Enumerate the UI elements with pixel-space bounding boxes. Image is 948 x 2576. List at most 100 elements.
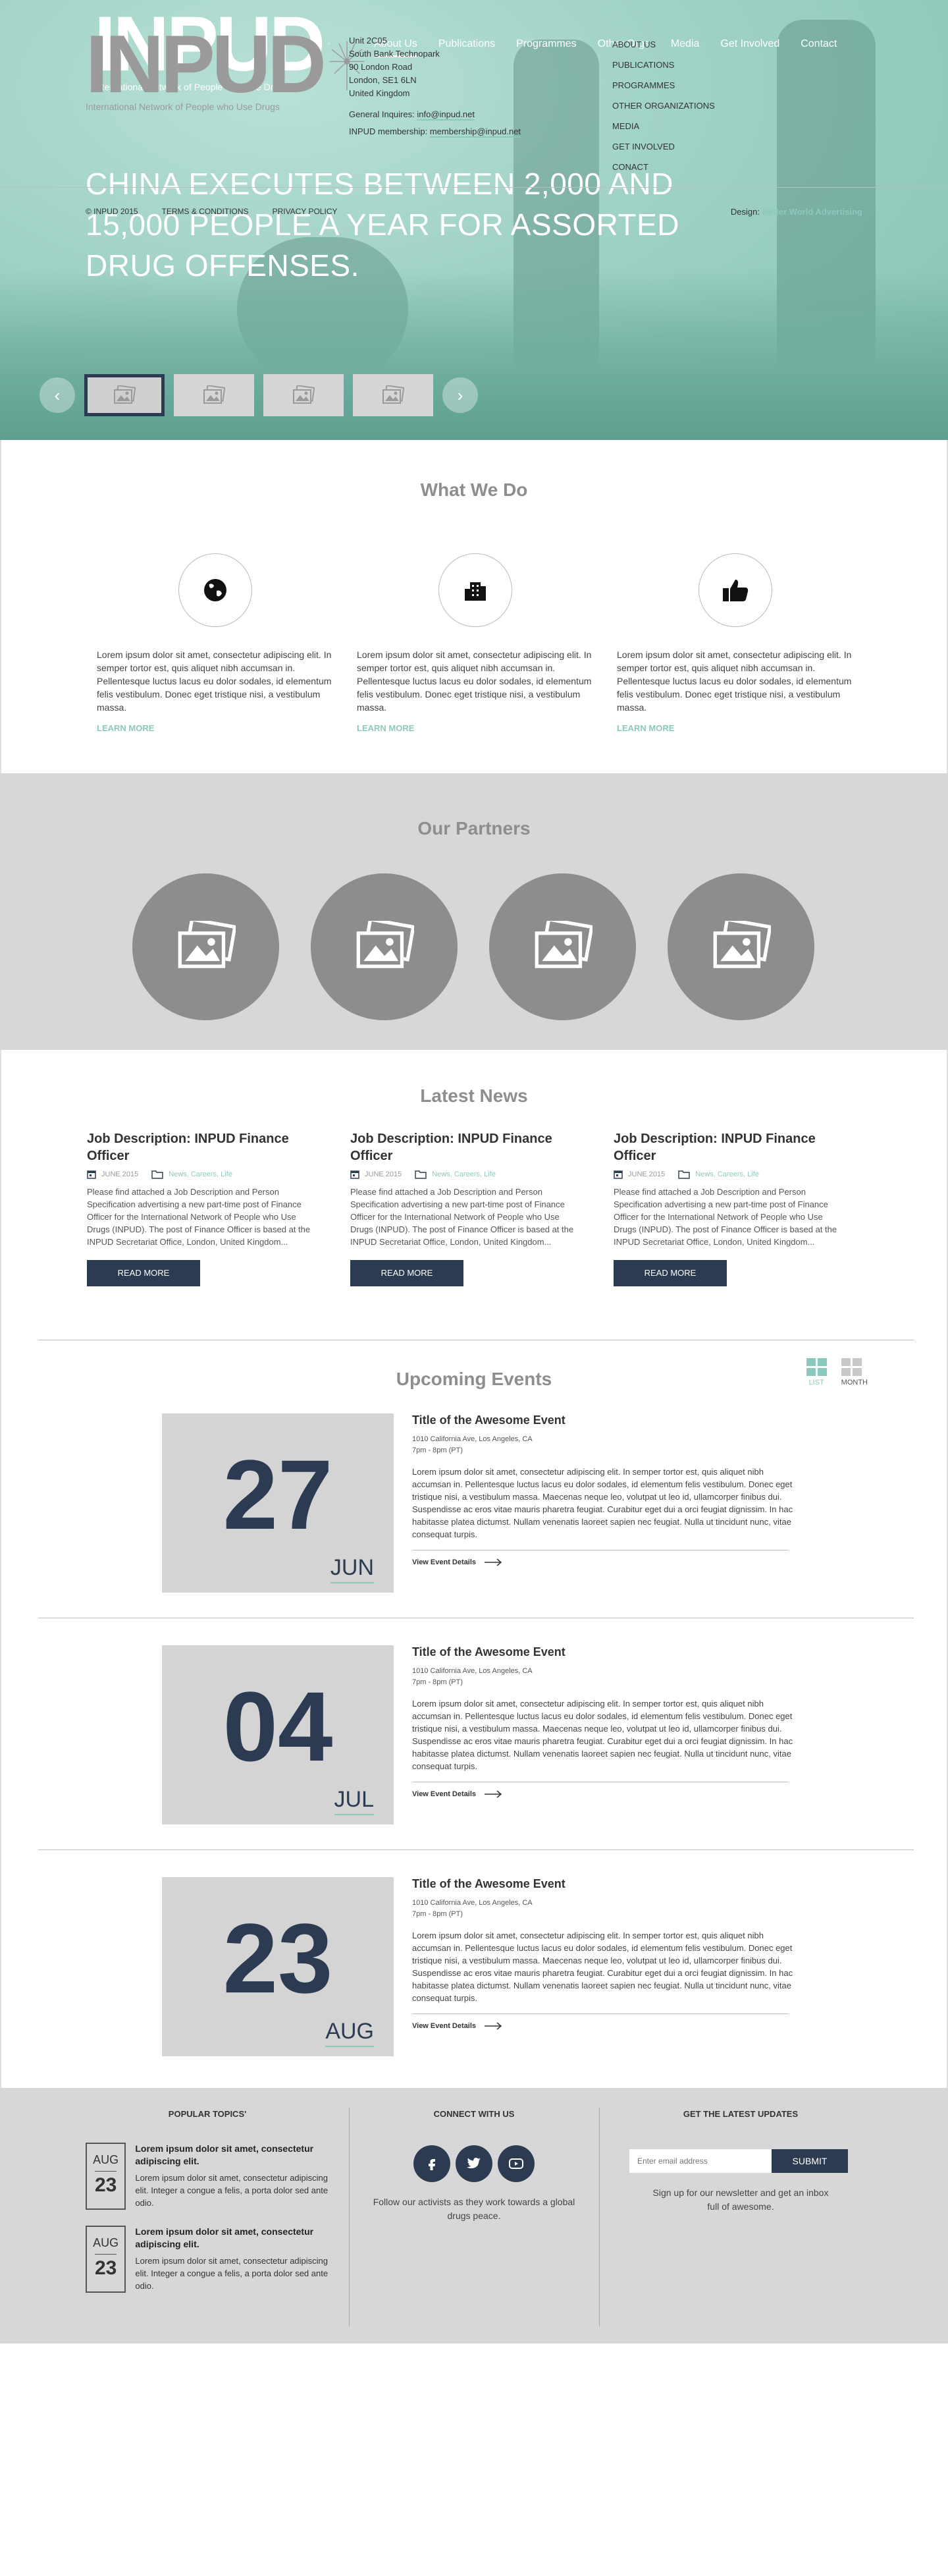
address-line: South Bank Technopark [349,49,440,59]
link-label: View Event Details [412,1790,477,1798]
newsletter-widget: GET THE LATEST UPDATES SUBMIT Sign up fo… [619,2109,862,2214]
news-tags[interactable]: News, Careers, Life [169,1170,232,1178]
learn-more-link[interactable]: LEARN MORE [97,723,334,733]
nav-programmes[interactable]: Programmes [516,38,577,57]
image-icon [382,385,404,404]
slider-thumb[interactable] [263,374,344,416]
image-icon [356,920,414,968]
list-view-toggle[interactable]: LIST [806,1358,827,1386]
address-line: 90 London Road [349,62,413,72]
event-time: 7pm - 8pm (PT) [412,1446,463,1454]
event-item: 27 JUN Title of the Awesome Event 1010 C… [162,1413,794,1593]
read-more-button[interactable]: READ MORE [350,1260,463,1286]
partner-logo[interactable] [668,873,814,1020]
general-inquiries-label: General Inquires: [349,109,415,119]
slider-thumb[interactable] [174,374,254,416]
folder-icon [678,1170,690,1179]
news-excerpt: Please find attached a Job Description a… [614,1187,837,1247]
read-more-button[interactable]: READ MORE [87,1260,200,1286]
footer-link-publications[interactable]: PUBLICATIONS [612,55,715,75]
footer-link-programmes[interactable]: PROGRAMMES [612,75,715,96]
slider-prev-arrow[interactable]: ‹ [40,377,75,413]
address-line: London, SE1 6LN [349,75,417,85]
footer-link-other-orgs[interactable]: OTHER ORGANIZATIONS [612,96,715,116]
view-event-details-link[interactable]: View Event Details [412,1790,794,1798]
arrow-right-icon [485,2022,502,2030]
news-tags[interactable]: News, Careers, Life [432,1170,496,1178]
latest-news-section: Latest News Job Description: INPUD Finan… [0,1050,948,1340]
service-item: Lorem ipsum dolor sit amet, consectetur … [617,553,854,733]
partner-logo[interactable] [132,873,279,1020]
hero-slider: ‹ › [40,374,478,416]
facebook-icon[interactable] [413,2145,450,2182]
partner-logo[interactable] [489,873,636,1020]
widget-title: POPULAR TOPICS' [168,2109,247,2119]
slider-next-arrow[interactable]: › [442,377,478,413]
view-event-details-link[interactable]: View Event Details [412,1558,794,1566]
general-email-link[interactable]: info@inpud.net [417,109,475,121]
learn-more-link[interactable]: LEARN MORE [357,723,594,733]
slider-thumb[interactable] [353,374,433,416]
footer-logo-subtitle: International Network of People who Use … [86,101,280,112]
news-title[interactable]: Job Description: INPUD Finance Officer [87,1130,312,1165]
event-day: 23 [223,1903,333,2014]
event-month: JUL [334,1787,374,1815]
event-title[interactable]: Title of the Awesome Event [412,1645,794,1659]
topic-text: Lorem ipsum dolor sit amet, consectetur … [135,2173,329,2208]
partner-logo[interactable] [311,873,458,1020]
widget-title: CONNECT WITH US [433,2109,515,2119]
thumbs-up-icon [698,553,772,627]
event-date-tile: 04 JUL [162,1645,394,1824]
event-item: 04 JUL Title of the Awesome Event 1010 C… [162,1645,794,1824]
topic-item[interactable]: AUG 23 Lorem ipsum dolor sit amet, conse… [86,2226,329,2293]
topic-month: AUG [93,2236,119,2249]
event-date-tile: 27 JUN [162,1413,394,1593]
twitter-icon[interactable] [456,2145,492,2182]
event-item: 23 AUG Title of the Awesome Event 1010 C… [162,1877,794,2056]
upcoming-events-section: Upcoming Events LIST MONTH 27 JUN Title … [0,1340,948,2088]
nav-contact[interactable]: Contact [801,38,837,57]
nav-get-involved[interactable]: Get Involved [720,38,779,57]
read-more-button[interactable]: READ MORE [614,1260,727,1286]
news-title[interactable]: Job Description: INPUD Finance Officer [350,1130,575,1165]
footer-link-get-involved[interactable]: GET INVOLVED [612,136,715,157]
footer-logo[interactable]: INPUD International Network of People wh… [86,19,368,112]
email-field[interactable] [629,2149,772,2173]
news-tags[interactable]: News, Careers, Life [695,1170,759,1178]
footer-link-contact[interactable]: CONACT [612,157,715,177]
footer-divider [0,187,948,188]
event-title[interactable]: Title of the Awesome Event [412,1877,794,1891]
membership-label: INPUD membership: [349,126,428,136]
event-title[interactable]: Title of the Awesome Event [412,1413,794,1427]
footer-logo-text: INPUD [86,19,327,110]
terms-link[interactable]: TERMS & CONDITIONS [162,207,249,216]
service-item: Lorem ipsum dolor sit amet, consectetur … [97,553,334,733]
design-credit-link[interactable]: Better World Advertising [762,207,862,217]
toggle-label: MONTH [841,1379,868,1386]
topic-item[interactable]: AUG 23 Lorem ipsum dolor sit amet, conse… [86,2143,329,2210]
link-label: View Event Details [412,2022,477,2030]
submit-button[interactable]: SUBMIT [772,2149,848,2173]
slider-thumb[interactable] [84,374,165,416]
view-event-details-link[interactable]: View Event Details [412,2022,794,2030]
event-month: AUG [325,2019,374,2047]
calendar-icon [614,1170,623,1179]
event-description: Lorem ipsum dolor sit amet, consectetur … [412,1931,793,2003]
topic-heading: Lorem ipsum dolor sit amet, consectetur … [135,2226,314,2249]
privacy-link[interactable]: PRIVACY POLICY [273,207,338,216]
section-title: What We Do [420,480,528,500]
service-text: Lorem ipsum dolor sit amet, consectetur … [97,649,332,713]
youtube-icon[interactable] [498,2145,535,2182]
event-description: Lorem ipsum dolor sit amet, consectetur … [412,1467,793,1539]
membership-email-link[interactable]: membership@inpud.net [429,126,521,138]
topic-date-badge: AUG 23 [86,2226,126,2293]
month-view-icon [841,1358,868,1376]
footer-widgets: POPULAR TOPICS' AUG 23 Lorem ipsum dolor… [0,2088,948,2343]
month-view-toggle[interactable]: MONTH [841,1358,868,1386]
copyright-text: © INPUD 2015 [86,207,138,216]
learn-more-link[interactable]: LEARN MORE [617,723,854,733]
footer-link-about[interactable]: ABOUT US [612,34,715,55]
news-title[interactable]: Job Description: INPUD Finance Officer [614,1130,839,1165]
footer-link-media[interactable]: MEDIA [612,116,715,136]
arrow-right-icon [485,1790,502,1798]
